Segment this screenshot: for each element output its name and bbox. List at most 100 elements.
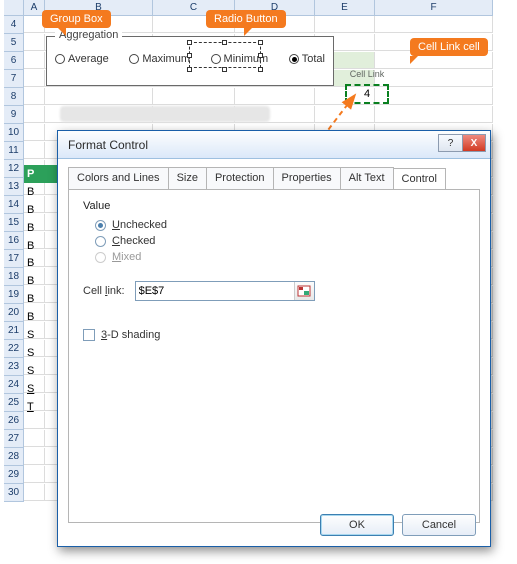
tab-protection[interactable]: Protection [206, 167, 274, 189]
col-E[interactable]: E [315, 0, 375, 16]
row-11[interactable]: 11 [4, 142, 24, 160]
radio-label: Average [68, 53, 109, 65]
cell[interactable] [24, 34, 45, 51]
sheet-data-cell[interactable]: B [24, 272, 57, 290]
radio-minimum[interactable]: Minimum [211, 53, 269, 65]
3d-shading-label: 3-D shading [101, 329, 160, 341]
callout-groupbox: Group Box [42, 10, 111, 28]
row-30[interactable]: 30 [4, 484, 24, 502]
tab-colors-lines[interactable]: Colors and Lines [68, 167, 169, 189]
cell-link-cell[interactable]: Cell Link 4 [347, 73, 387, 104]
close-button[interactable]: X [462, 134, 486, 152]
sheet-data-cell[interactable]: B [24, 290, 57, 308]
row-29[interactable]: 29 [4, 466, 24, 484]
cell[interactable] [315, 16, 375, 33]
cancel-button[interactable]: Cancel [402, 514, 476, 536]
radio-total[interactable]: Total [289, 53, 325, 65]
sheet-data-cell[interactable]: S [24, 380, 57, 398]
cell[interactable] [375, 70, 493, 87]
cell[interactable] [24, 142, 45, 159]
row-22[interactable]: 22 [4, 340, 24, 358]
value-checked[interactable]: Checked [83, 233, 465, 249]
row-28[interactable]: 28 [4, 448, 24, 466]
row-9[interactable]: 9 [4, 106, 24, 124]
cell[interactable] [375, 106, 493, 123]
sheet-data-cell[interactable]: B [24, 254, 57, 272]
tab-alt-text[interactable]: Alt Text [340, 167, 394, 189]
row-26[interactable]: 26 [4, 412, 24, 430]
cell[interactable] [24, 430, 45, 447]
dialog-tabstrip: Colors and Lines Size Protection Propert… [58, 159, 490, 189]
radio-average[interactable]: Average [55, 53, 109, 65]
tab-properties[interactable]: Properties [273, 167, 341, 189]
row-8[interactable]: 8 [4, 88, 24, 106]
cell[interactable] [24, 124, 45, 141]
row-13[interactable]: 13 [4, 178, 24, 196]
row-19[interactable]: 19 [4, 286, 24, 304]
row-23[interactable]: 23 [4, 358, 24, 376]
row-6[interactable]: 6 [4, 52, 24, 70]
cell-link-label: Cell link: [83, 285, 125, 297]
radio-label: Maximum [142, 53, 190, 65]
cell[interactable] [24, 106, 45, 123]
sheet-data-cell[interactable]: B [24, 201, 57, 219]
accel: U [112, 219, 120, 231]
row-27[interactable]: 27 [4, 430, 24, 448]
sheet-data-cell[interactable]: S [24, 326, 57, 344]
value-unchecked[interactable]: Unchecked [83, 217, 465, 233]
cell[interactable] [153, 88, 235, 105]
row-20[interactable]: 20 [4, 304, 24, 322]
cell[interactable] [24, 88, 45, 105]
cell[interactable] [24, 484, 45, 501]
cell[interactable] [24, 466, 45, 483]
sheet-data-cell[interactable]: S [24, 362, 57, 380]
radio-label: Total [302, 53, 325, 65]
row-7[interactable]: 7 [4, 70, 24, 88]
cell[interactable] [24, 448, 45, 465]
row-21[interactable]: 21 [4, 322, 24, 340]
row-5[interactable]: 5 [4, 34, 24, 52]
row-24[interactable]: 24 [4, 376, 24, 394]
sheet-data-cell[interactable]: B [24, 308, 57, 326]
row-14[interactable]: 14 [4, 196, 24, 214]
sheet-data-cell[interactable]: B [24, 237, 57, 255]
cell[interactable] [315, 106, 375, 123]
row-17[interactable]: 17 [4, 250, 24, 268]
accel: C [112, 235, 120, 247]
dialog-titlebar[interactable]: Format Control ? X [58, 131, 490, 159]
cell-link-input[interactable] [136, 285, 294, 297]
value-group-label: Value [83, 200, 465, 212]
cell-link-value: 4 [345, 84, 389, 104]
row-25[interactable]: 25 [4, 394, 24, 412]
sheet-col-B-slice: P BBBBBBBBSSSST [24, 165, 57, 415]
ok-button[interactable]: OK [320, 514, 394, 536]
dialog-body: Value Unchecked Checked Mixed Cell link:… [68, 189, 480, 523]
tab-size[interactable]: Size [168, 167, 207, 189]
range-picker-icon[interactable] [294, 282, 314, 300]
col-F[interactable]: F [375, 0, 493, 16]
tab-control[interactable]: Control [393, 168, 446, 190]
opt-rest: hecked [120, 235, 155, 247]
sheet-data-cell[interactable]: S [24, 344, 57, 362]
radio-maximum[interactable]: Maximum [129, 53, 190, 65]
accel: M [112, 251, 121, 263]
sheet-data-cell[interactable]: B [24, 183, 57, 201]
row-12[interactable]: 12 [4, 160, 24, 178]
cell[interactable] [375, 88, 493, 105]
cell[interactable] [45, 88, 153, 105]
row-4[interactable]: 4 [4, 16, 24, 34]
3d-shading-checkbox[interactable] [83, 329, 95, 341]
row-18[interactable]: 18 [4, 268, 24, 286]
sheet-data-cell[interactable]: B [24, 219, 57, 237]
cell[interactable] [235, 88, 315, 105]
row-16[interactable]: 16 [4, 232, 24, 250]
sheet-data-cell[interactable]: T [24, 398, 57, 416]
row-15[interactable]: 15 [4, 214, 24, 232]
row-10[interactable]: 10 [4, 124, 24, 142]
opt-rest: ixed [121, 251, 141, 263]
cell[interactable] [24, 52, 45, 69]
cell[interactable] [24, 70, 45, 87]
value-mixed: Mixed [83, 249, 465, 265]
cell[interactable] [375, 16, 493, 33]
help-button[interactable]: ? [438, 134, 462, 152]
